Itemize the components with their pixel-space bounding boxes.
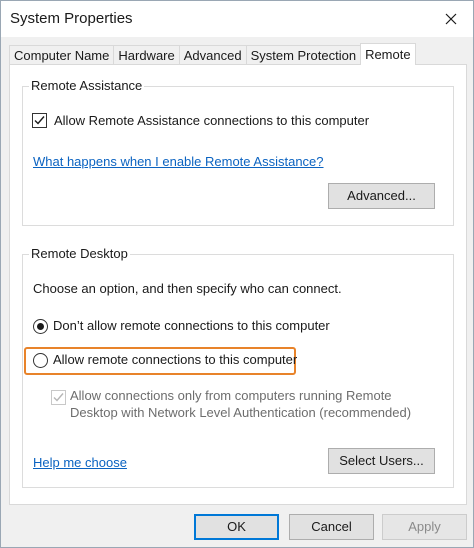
ok-button[interactable]: OK bbox=[194, 514, 279, 540]
cancel-button[interactable]: Cancel bbox=[289, 514, 374, 540]
nla-checkbox[interactable] bbox=[51, 390, 66, 405]
window-title: System Properties bbox=[10, 10, 133, 27]
remote-assistance-group: Remote Assistance Allow Remote Assistanc… bbox=[22, 78, 454, 226]
dont-allow-label[interactable]: Don’t allow remote connections to this c… bbox=[53, 318, 330, 333]
allow-remote-assistance-label[interactable]: Allow Remote Assistance connections to t… bbox=[54, 113, 369, 128]
close-icon bbox=[445, 13, 457, 25]
remote-tab-panel: Remote Assistance Allow Remote Assistanc… bbox=[9, 64, 467, 505]
apply-button[interactable]: Apply bbox=[382, 514, 467, 540]
remote-assistance-legend: Remote Assistance bbox=[29, 78, 145, 94]
allow-remote-radio[interactable] bbox=[33, 353, 48, 368]
tab-strip: Computer Name Hardware Advanced System P… bbox=[9, 43, 416, 65]
remote-desktop-group: Remote Desktop Choose an option, and the… bbox=[22, 246, 454, 488]
nla-label-line2: Desktop with Network Level Authenticatio… bbox=[70, 405, 412, 420]
nla-label-line1: Allow connections only from computers ru… bbox=[70, 388, 392, 403]
radio-selected-dot bbox=[37, 323, 44, 330]
allow-remote-label[interactable]: Allow remote connections to this compute… bbox=[53, 352, 297, 367]
allow-remote-assistance-checkbox[interactable] bbox=[32, 113, 47, 128]
tab-advanced[interactable]: Advanced bbox=[178, 45, 247, 65]
dont-allow-radio[interactable] bbox=[33, 319, 48, 334]
tab-computer-name[interactable]: Computer Name bbox=[9, 45, 115, 65]
select-users-button[interactable]: Select Users... bbox=[328, 448, 435, 474]
advanced-button[interactable]: Advanced... bbox=[328, 183, 435, 209]
system-properties-window: System Properties Computer Name Hardware… bbox=[0, 0, 474, 548]
checkmark-icon bbox=[53, 393, 64, 402]
tab-remote[interactable]: Remote bbox=[360, 43, 416, 65]
checkmark-icon bbox=[34, 116, 45, 125]
remote-desktop-instruction: Choose an option, and then specify who c… bbox=[33, 281, 342, 296]
tab-hardware[interactable]: Hardware bbox=[113, 45, 180, 65]
close-button[interactable] bbox=[429, 1, 473, 37]
remote-desktop-legend: Remote Desktop bbox=[29, 246, 130, 262]
help-me-choose-link[interactable]: Help me choose bbox=[33, 455, 127, 470]
tab-system-protection[interactable]: System Protection bbox=[245, 45, 362, 65]
title-bar: System Properties bbox=[1, 1, 473, 37]
remote-assistance-help-link[interactable]: What happens when I enable Remote Assist… bbox=[33, 154, 324, 169]
